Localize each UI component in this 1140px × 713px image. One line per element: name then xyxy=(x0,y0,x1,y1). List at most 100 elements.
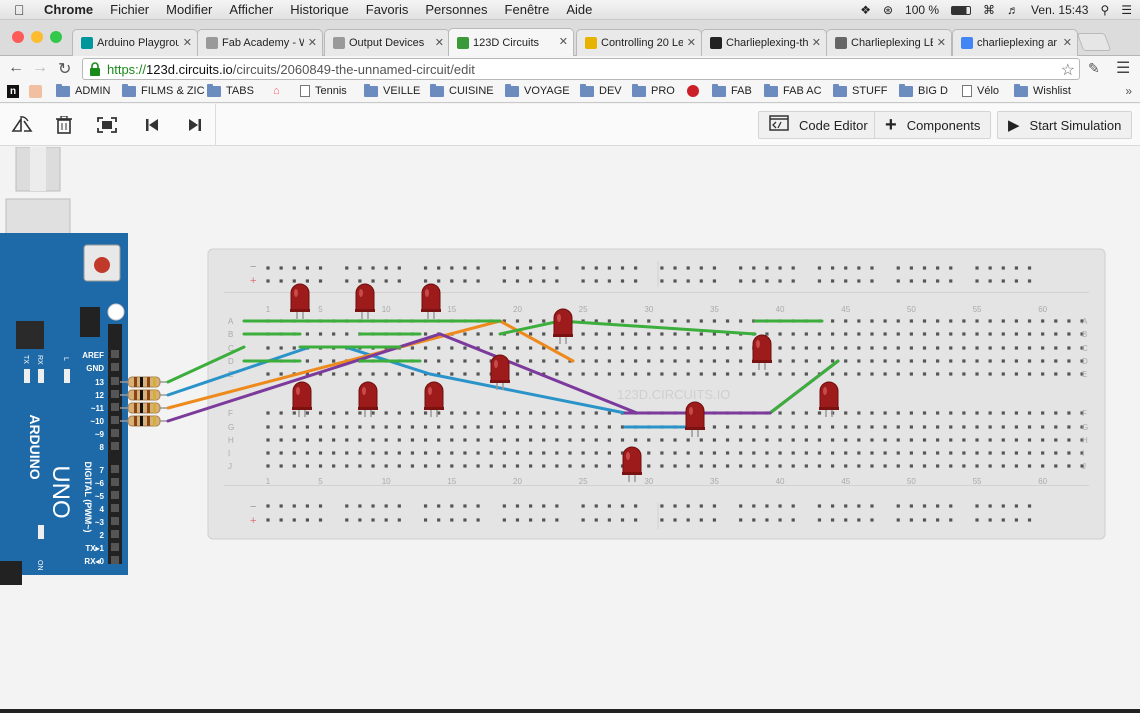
rail-hole[interactable] xyxy=(857,266,861,270)
terminal-hole[interactable] xyxy=(962,359,966,363)
terminal-hole[interactable] xyxy=(292,451,296,455)
battery-icon[interactable] xyxy=(951,5,972,15)
terminal-hole[interactable] xyxy=(568,451,572,455)
terminal-hole[interactable] xyxy=(778,438,782,442)
rail-hole[interactable] xyxy=(791,266,795,270)
circuit-svg[interactable]: AREFGND1312~11~10~987~6~54~32TX▸1RX◂0 AR… xyxy=(0,147,1140,713)
rail-hole[interactable] xyxy=(266,279,270,283)
terminal-hole[interactable] xyxy=(594,411,598,415)
menu-favoris[interactable]: Favoris xyxy=(366,2,409,17)
terminal-hole[interactable] xyxy=(266,464,270,468)
terminal-hole[interactable] xyxy=(358,464,362,468)
rail-hole[interactable] xyxy=(594,279,598,283)
header-pin[interactable] xyxy=(111,429,119,437)
terminal-hole[interactable] xyxy=(410,438,415,442)
bookmark-veille[interactable]: VEILLE xyxy=(364,83,420,97)
terminal-hole[interactable] xyxy=(607,464,611,468)
terminal-hole[interactable] xyxy=(529,451,533,455)
terminal-hole[interactable] xyxy=(332,332,336,336)
close-window-icon[interactable] xyxy=(12,31,24,43)
rail-hole[interactable] xyxy=(437,518,441,522)
tab-close-icon[interactable]: ✕ xyxy=(812,36,821,49)
terminal-hole[interactable] xyxy=(529,346,533,350)
terminal-hole[interactable] xyxy=(568,438,572,442)
terminal-hole[interactable] xyxy=(988,425,992,429)
terminal-hole[interactable] xyxy=(384,451,388,455)
terminal-hole[interactable] xyxy=(594,451,598,455)
terminal-hole[interactable] xyxy=(279,464,283,468)
step-forward-icon[interactable] xyxy=(183,114,207,136)
rail-hole[interactable] xyxy=(305,518,309,522)
rail-hole[interactable] xyxy=(279,504,283,508)
rail-hole[interactable] xyxy=(922,266,927,270)
terminal-hole[interactable] xyxy=(962,425,966,429)
tab-3[interactable]: Output Devices ✕ xyxy=(324,29,450,56)
terminal-hole[interactable] xyxy=(1027,319,1032,323)
tab-close-icon[interactable]: ✕ xyxy=(308,36,317,49)
terminal-hole[interactable] xyxy=(1027,372,1032,376)
terminal-hole[interactable] xyxy=(804,411,808,415)
rail-hole[interactable] xyxy=(922,504,927,508)
terminal-hole[interactable] xyxy=(830,438,835,442)
terminal-hole[interactable] xyxy=(1054,332,1058,336)
terminal-hole[interactable] xyxy=(581,346,585,350)
rail-hole[interactable] xyxy=(686,504,690,508)
terminal-hole[interactable] xyxy=(305,464,309,468)
terminal-hole[interactable] xyxy=(502,425,506,429)
terminal-hole[interactable] xyxy=(620,372,625,376)
terminal-hole[interactable] xyxy=(830,346,835,350)
rail-hole[interactable] xyxy=(712,518,717,522)
rail-hole[interactable] xyxy=(988,518,992,522)
rail-hole[interactable] xyxy=(817,279,822,283)
rail-hole[interactable] xyxy=(502,504,506,508)
rail-hole[interactable] xyxy=(620,504,625,508)
terminal-hole[interactable] xyxy=(870,372,874,376)
terminal-hole[interactable] xyxy=(581,464,585,468)
rail-hole[interactable] xyxy=(739,518,743,522)
terminal-hole[interactable] xyxy=(752,451,756,455)
terminal-hole[interactable] xyxy=(318,451,323,455)
rail-hole[interactable] xyxy=(318,518,323,522)
rail-hole[interactable] xyxy=(607,518,611,522)
terminal-hole[interactable] xyxy=(345,411,349,415)
terminal-hole[interactable] xyxy=(962,346,966,350)
terminal-hole[interactable] xyxy=(594,438,598,442)
terminal-hole[interactable] xyxy=(1067,464,1071,468)
rail-hole[interactable] xyxy=(620,518,625,522)
terminal-hole[interactable] xyxy=(725,438,730,442)
rail-hole[interactable] xyxy=(358,518,362,522)
rail-hole[interactable] xyxy=(529,518,533,522)
rail-hole[interactable] xyxy=(476,279,480,283)
terminal-hole[interactable] xyxy=(292,464,296,468)
bookmark-tennis[interactable]: Tennis xyxy=(300,85,347,97)
bookmark-voyage[interactable]: VOYAGE xyxy=(505,83,570,97)
rail-hole[interactable] xyxy=(384,266,388,270)
components-button[interactable]: + Components xyxy=(874,111,992,139)
bookmark-tabs[interactable]: TABS xyxy=(207,83,254,97)
terminal-hole[interactable] xyxy=(857,451,861,455)
terminal-hole[interactable] xyxy=(450,346,454,350)
terminal-hole[interactable] xyxy=(542,438,546,442)
rail-hole[interactable] xyxy=(988,279,992,283)
tab-close-icon[interactable]: ✕ xyxy=(687,36,696,49)
terminal-hole[interactable] xyxy=(647,464,651,468)
rail-hole[interactable] xyxy=(345,504,349,508)
terminal-hole[interactable] xyxy=(739,451,743,455)
terminal-hole[interactable] xyxy=(1001,359,1005,363)
terminal-hole[interactable] xyxy=(476,451,480,455)
terminal-hole[interactable] xyxy=(909,451,913,455)
terminal-hole[interactable] xyxy=(936,359,940,363)
terminal-hole[interactable] xyxy=(1027,425,1032,429)
terminal-hole[interactable] xyxy=(266,425,270,429)
terminal-hole[interactable] xyxy=(318,425,323,429)
rail-hole[interactable] xyxy=(988,266,992,270)
rail-hole[interactable] xyxy=(975,279,979,283)
terminal-hole[interactable] xyxy=(778,411,782,415)
bookmark-fab-ac[interactable]: FAB AC xyxy=(764,83,822,97)
terminal-hole[interactable] xyxy=(883,425,887,429)
terminal-hole[interactable] xyxy=(1014,319,1019,323)
rail-hole[interactable] xyxy=(830,518,835,522)
terminal-hole[interactable] xyxy=(844,319,848,323)
terminal-hole[interactable] xyxy=(765,464,769,468)
terminal-hole[interactable] xyxy=(305,332,309,336)
